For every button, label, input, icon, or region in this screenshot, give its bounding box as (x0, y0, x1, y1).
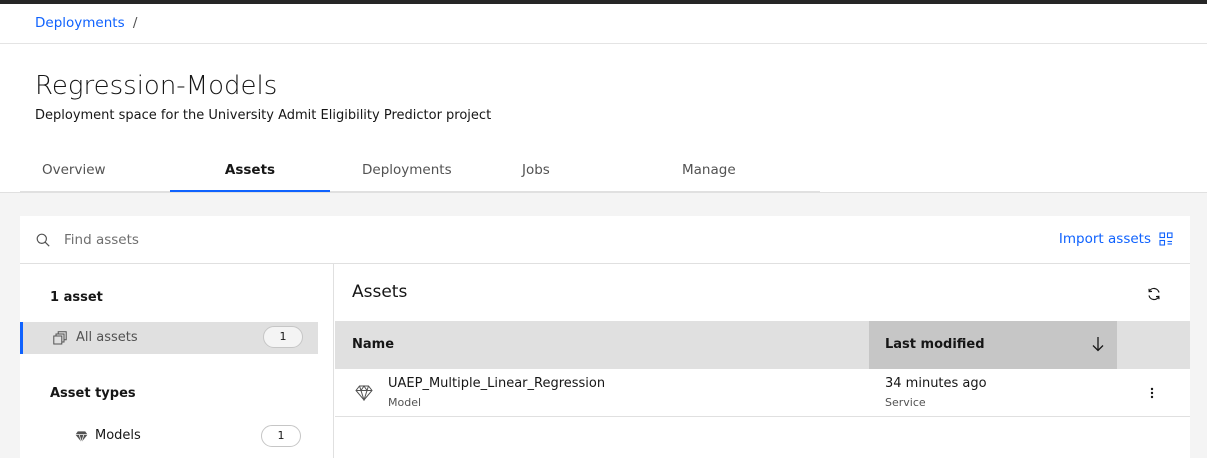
count-badge: 1 (261, 425, 301, 447)
assets-list: Assets Name Last modified UAEP_Multiple_… (335, 264, 1190, 458)
import-assets-label: Import assets (1058, 231, 1151, 247)
search-input[interactable] (64, 228, 464, 252)
stack-icon (53, 331, 67, 345)
asset-filter-sidebar: 1 asset All assets 1 Asset types Models … (20, 264, 334, 458)
refresh-icon[interactable] (1146, 286, 1162, 302)
tab-jobs[interactable]: Jobs (500, 150, 660, 192)
tab-bar: Overview Assets Deployments Jobs Manage (20, 150, 820, 192)
column-header-last-modified[interactable]: Last modified (869, 321, 1117, 369)
tab-assets[interactable]: Assets (170, 150, 330, 192)
tab-label: Deployments (362, 162, 452, 178)
breadcrumb: Deployments / (35, 15, 137, 31)
page-subtitle: Deployment space for the University Admi… (35, 108, 492, 123)
table-row[interactable]: UAEP_Multiple_Linear_Regression Model 34… (335, 369, 1190, 417)
column-header-label: Last modified (885, 337, 985, 352)
sidebar-item-models[interactable]: Models 1 (20, 422, 318, 452)
breadcrumb-separator: / (132, 15, 138, 31)
tab-label: Jobs (522, 162, 550, 178)
tab-deployments[interactable]: Deployments (340, 150, 500, 192)
overflow-menu-icon[interactable] (1148, 385, 1156, 401)
sidebar-item-all-assets[interactable]: All assets 1 (20, 322, 318, 354)
tab-label: Overview (42, 162, 106, 178)
page-title: Regression-Models (35, 71, 278, 101)
import-assets-button[interactable]: Import assets (1059, 231, 1173, 247)
tab-overview[interactable]: Overview (20, 150, 180, 192)
breadcrumb-link-deployments[interactable]: Deployments (35, 15, 125, 31)
assets-panel: Import assets 1 asset All assets 1 Asset… (20, 216, 1190, 458)
asset-last-modified: 34 minutes ago (885, 376, 987, 391)
breadcrumb-bar: Deployments / (0, 4, 1207, 44)
table-header: Name Last modified (335, 321, 1190, 369)
model-diamond-icon (355, 385, 373, 401)
tab-label: Manage (682, 162, 736, 178)
asset-count: 1 asset (50, 290, 103, 305)
asset-types-heading: Asset types (50, 386, 136, 401)
asset-modified-source: Service (885, 396, 926, 409)
search-icon (36, 233, 50, 247)
sort-descending-icon (1092, 337, 1104, 352)
import-icon (1159, 232, 1173, 246)
tab-manage[interactable]: Manage (660, 150, 820, 192)
asset-name-link[interactable]: UAEP_Multiple_Linear_Regression (388, 376, 605, 391)
column-header-name[interactable]: Name (352, 337, 394, 352)
sidebar-item-label: Models (95, 428, 141, 443)
asset-type: Model (388, 396, 422, 409)
search-row: Import assets (20, 216, 1190, 264)
tab-label: Assets (224, 162, 276, 178)
model-diamond-icon (75, 431, 88, 443)
sidebar-item-label: All assets (76, 330, 138, 345)
count-badge: 1 (263, 326, 303, 348)
page-header: Regression-Models Deployment space for t… (0, 45, 1207, 193)
assets-heading: Assets (352, 282, 408, 302)
